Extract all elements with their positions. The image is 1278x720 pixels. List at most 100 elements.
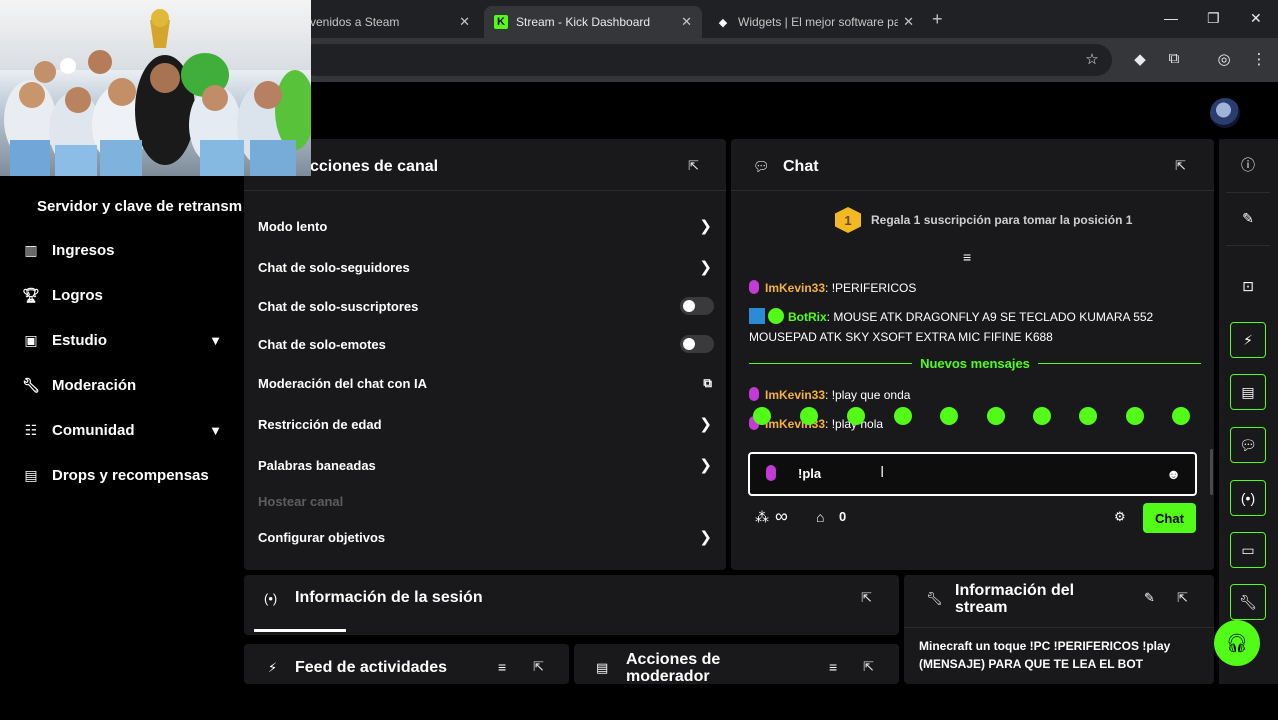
emote-icon[interactable]	[1033, 407, 1051, 425]
edit-pencil-icon[interactable]: ✎	[1144, 590, 1155, 606]
kebab-menu-icon[interactable]: ⋮	[1249, 50, 1269, 68]
tab-widgets[interactable]: ◆ Widgets | El mejor software par ✕	[706, 6, 924, 38]
monitor-icon: ▭	[1241, 541, 1255, 558]
popout-icon[interactable]: ⇱	[1175, 158, 1186, 174]
emote-icon[interactable]	[987, 407, 1005, 425]
action-label: Modo lento	[258, 218, 328, 234]
sidebar-item-comunidad[interactable]: ☷ Comunidad ▼	[22, 415, 222, 445]
subscribers-only-toggle[interactable]	[680, 297, 714, 315]
wrench-icon: 🔧︎	[22, 376, 40, 393]
emotes-only-toggle[interactable]	[680, 335, 714, 353]
chevron-right-icon: ❯	[699, 416, 712, 433]
filter-icon[interactable]: ≡	[829, 659, 837, 675]
profile-icon[interactable]: ◎	[1214, 50, 1234, 68]
close-icon[interactable]: ✕	[903, 14, 914, 30]
maximize-icon[interactable]: ❐	[1207, 10, 1220, 27]
emote-icon[interactable]	[1079, 407, 1097, 425]
sidebar-item-ingresos[interactable]: ▥ Ingresos	[22, 235, 222, 265]
tab-steam[interactable]: venidos a Steam ✕	[300, 6, 480, 38]
lightning-icon: ⚡︎	[268, 660, 278, 675]
new-tab-button[interactable]: +	[932, 9, 943, 30]
mod-log-button[interactable]: ▤	[1230, 374, 1266, 410]
emote-icon[interactable]	[940, 407, 958, 425]
emote-icon[interactable]	[847, 407, 865, 425]
emote-icon[interactable]	[800, 407, 818, 425]
emoji-picker-icon[interactable]: ☻	[1166, 466, 1181, 482]
trophy-icon: 🏆︎	[22, 286, 40, 303]
chat-bubble-icon: 💬︎	[1239, 436, 1257, 453]
sidebar-item-stream-key[interactable]: Servidor y clave de retransm	[37, 198, 242, 215]
panel-title: moderador	[626, 668, 710, 684]
new-messages-divider: Nuevos mensajes	[749, 355, 1201, 371]
document-icon: ▤	[596, 660, 609, 675]
chat-send-button[interactable]: Chat	[1143, 503, 1196, 533]
action-ai-moderation[interactable]: Moderación del chat con IA ⧉	[258, 366, 714, 400]
stream-preview-button[interactable]: ▭	[1230, 532, 1266, 568]
chat-input[interactable]: !pla I ☻	[748, 452, 1197, 496]
community-icon: ☷	[24, 421, 38, 438]
action-slow-mode[interactable]: Modo lento ❯	[258, 209, 714, 243]
popout-icon[interactable]: ⇱	[688, 158, 699, 174]
emote-icon[interactable]	[1172, 407, 1190, 425]
session-toggle-button[interactable]: (•)	[1230, 480, 1266, 516]
drops-icon: ▤	[24, 466, 38, 483]
window-close-icon[interactable]: ✕	[1250, 10, 1262, 27]
action-age-restriction[interactable]: Restricción de edad ❯	[258, 407, 714, 441]
sidebar-item-estudio[interactable]: ▣ Estudio ▼	[22, 325, 222, 355]
edit-pencil-icon[interactable]: ✎	[1230, 200, 1266, 236]
panel-title: cciones de canal	[310, 158, 439, 175]
emote-icon[interactable]	[1126, 407, 1144, 425]
collapse-pinned-icon[interactable]: ≡	[963, 249, 971, 265]
screenshot-icon[interactable]: ⊡	[1230, 268, 1266, 304]
avatar[interactable]	[1210, 98, 1240, 128]
extensions-puzzle-icon[interactable]: ⧉	[1164, 50, 1184, 67]
session-info-panel: (•) Información de la sesión ⇱	[244, 575, 899, 635]
popout-icon[interactable]: ⇱	[861, 590, 872, 606]
popout-icon[interactable]: ⇱	[863, 659, 874, 675]
emote-icon[interactable]	[894, 407, 912, 425]
info-icon[interactable]: ⓘ	[1230, 147, 1266, 183]
sidebar-item-moderacion[interactable]: 🔧︎ Moderación	[22, 370, 222, 400]
chat-toggle-button[interactable]: 💬︎	[1230, 427, 1266, 463]
tab-kick-dashboard[interactable]: K Stream - Kick Dashboard ✕	[484, 6, 702, 38]
action-followers-only[interactable]: Chat de solo-seguidores ❯	[258, 250, 714, 284]
chart-icon: ▥	[24, 241, 38, 258]
lightning-icon: ⚡︎	[1243, 331, 1253, 348]
sidebar-item-logros[interactable]: 🏆︎ Logros	[22, 280, 222, 310]
chat-username[interactable]: BotRix	[788, 310, 827, 324]
chat-username[interactable]: ImKevin33	[765, 281, 825, 295]
sidebar-item-label: Drops y recompensas	[52, 466, 209, 484]
webcam-overlay	[0, 0, 311, 176]
stream-info-button[interactable]: 🔧︎	[1230, 584, 1266, 620]
popout-icon[interactable]: ⇱	[533, 659, 544, 675]
close-icon[interactable]: ✕	[459, 14, 470, 30]
chat-scrollbar[interactable]	[1210, 449, 1213, 495]
support-chat-button[interactable]: 🎧︎	[1214, 620, 1260, 666]
subscriber-badge-icon	[766, 465, 776, 481]
extension-icon[interactable]: ◆	[1130, 50, 1150, 68]
chat-settings-icon[interactable]: ⚙	[1114, 509, 1126, 525]
celebration-photo	[4, 9, 311, 176]
chat-message: ImKevin33: !PERIFERICOS	[749, 278, 1189, 298]
emote-icon[interactable]	[753, 407, 771, 425]
sidebar-item-label: Comunidad	[52, 421, 135, 439]
quick-actions-button[interactable]: ⚡︎	[1230, 322, 1266, 358]
gift-leaderboard[interactable]: 1 Regala 1 suscripción para tomar la pos…	[835, 207, 1132, 233]
chat-username[interactable]: ImKevin33	[765, 388, 825, 402]
filter-icon[interactable]: ≡	[498, 659, 506, 675]
chevron-right-icon: ❯	[699, 218, 712, 235]
bookmark-star-icon[interactable]: ☆	[1082, 50, 1102, 68]
streamelements-logo-icon: ◆	[718, 16, 728, 29]
action-label: Palabras baneadas	[258, 457, 376, 473]
broadcast-icon: (•)	[264, 591, 278, 606]
divider	[731, 190, 1214, 191]
action-banned-words[interactable]: Palabras baneadas ❯	[258, 448, 714, 482]
sidebar-item-drops[interactable]: ▤ Drops y recompensas	[22, 460, 222, 490]
minimize-icon[interactable]: —	[1164, 10, 1178, 26]
address-bar[interactable]	[300, 44, 1112, 76]
chevron-right-icon: ❯	[699, 457, 712, 474]
close-icon[interactable]: ✕	[681, 14, 692, 30]
popout-icon[interactable]: ⇱	[1177, 590, 1188, 606]
action-goals[interactable]: Configurar objetivos ❯	[258, 520, 714, 554]
chat-text: : !play que onda	[825, 388, 911, 402]
